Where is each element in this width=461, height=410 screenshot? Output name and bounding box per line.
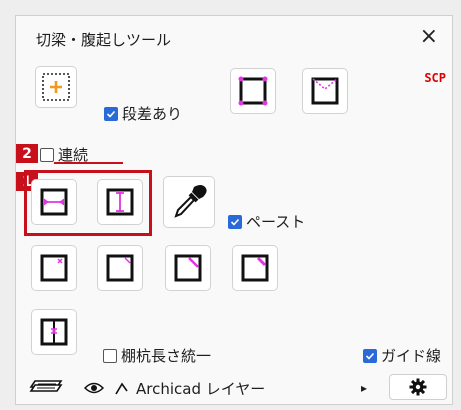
strut-wale-tool-panel: 切梁・腹起しツール × 段差あり SCP 2 1 連続 ペースト 棚杭長さ統一 … xyxy=(15,15,453,405)
vertical-strut-icon xyxy=(106,188,134,216)
corner-dashed-button[interactable] xyxy=(302,68,348,114)
eye-icon[interactable] xyxy=(84,381,104,395)
checkbox-checked-icon xyxy=(104,106,118,121)
post-strut-button[interactable] xyxy=(31,309,77,355)
layer-select[interactable]: Archicad レイヤー ▸ xyxy=(68,376,373,400)
checkbox-checked-icon xyxy=(228,214,242,229)
window-title: 切梁・腹起しツール xyxy=(36,31,172,49)
layers-icon[interactable] xyxy=(29,377,63,401)
scp-label: SCP xyxy=(424,71,446,85)
close-button[interactable]: × xyxy=(420,25,438,49)
checkbox-unchecked-icon xyxy=(40,147,54,162)
checkbox-unchecked-icon xyxy=(103,348,117,363)
lock-open-icon[interactable] xyxy=(114,381,130,395)
corner-square-button[interactable] xyxy=(230,68,276,114)
layer-name: Archicad レイヤー xyxy=(136,379,266,398)
corner-diag-small-button[interactable] xyxy=(97,245,143,291)
corner-x-button[interactable] xyxy=(31,245,77,291)
unify-length-label: 棚杭長さ統一 xyxy=(121,347,212,365)
add-selection-button[interactable] xyxy=(35,66,77,108)
title-bar: 切梁・腹起しツール × xyxy=(16,16,452,61)
corner-x-icon xyxy=(40,254,68,282)
guide-line-checkbox[interactable]: ガイド線 xyxy=(363,345,441,366)
continuous-label: 連続 xyxy=(58,146,89,164)
add-selection-icon xyxy=(42,73,70,101)
corner-diag-icon xyxy=(174,254,202,282)
badge-2: 2 xyxy=(16,144,38,163)
horizontal-strut-icon xyxy=(40,188,68,216)
paste-label: ペースト xyxy=(246,213,306,231)
corner-diag-button[interactable] xyxy=(165,245,211,291)
eyedropper-button[interactable] xyxy=(163,176,215,228)
unify-length-checkbox[interactable]: 棚杭長さ統一 xyxy=(103,345,211,366)
gear-icon xyxy=(409,378,427,396)
vertical-strut-button[interactable] xyxy=(97,179,143,225)
corner-diag-right-button[interactable] xyxy=(232,245,278,291)
corner-diag-right-icon xyxy=(241,254,269,282)
eyedropper-icon xyxy=(174,185,207,218)
guide-line-label: ガイド線 xyxy=(381,347,442,365)
continuous-checkbox[interactable]: 連続 xyxy=(40,144,88,165)
chevron-right-icon[interactable]: ▸ xyxy=(361,381,367,395)
settings-button[interactable] xyxy=(389,374,447,400)
corner-dashed-icon xyxy=(311,77,339,105)
checkbox-checked-icon xyxy=(363,348,377,363)
corner-diag-small-icon xyxy=(106,254,134,282)
post-strut-icon xyxy=(40,318,68,346)
corner-square-icon xyxy=(238,76,268,106)
step-checkbox[interactable]: 段差あり xyxy=(104,103,182,124)
horizontal-strut-button[interactable] xyxy=(31,179,77,225)
step-label: 段差あり xyxy=(122,105,183,123)
layer-bar: Archicad レイヤー ▸ xyxy=(16,372,452,402)
paste-checkbox[interactable]: ペースト xyxy=(228,211,305,232)
